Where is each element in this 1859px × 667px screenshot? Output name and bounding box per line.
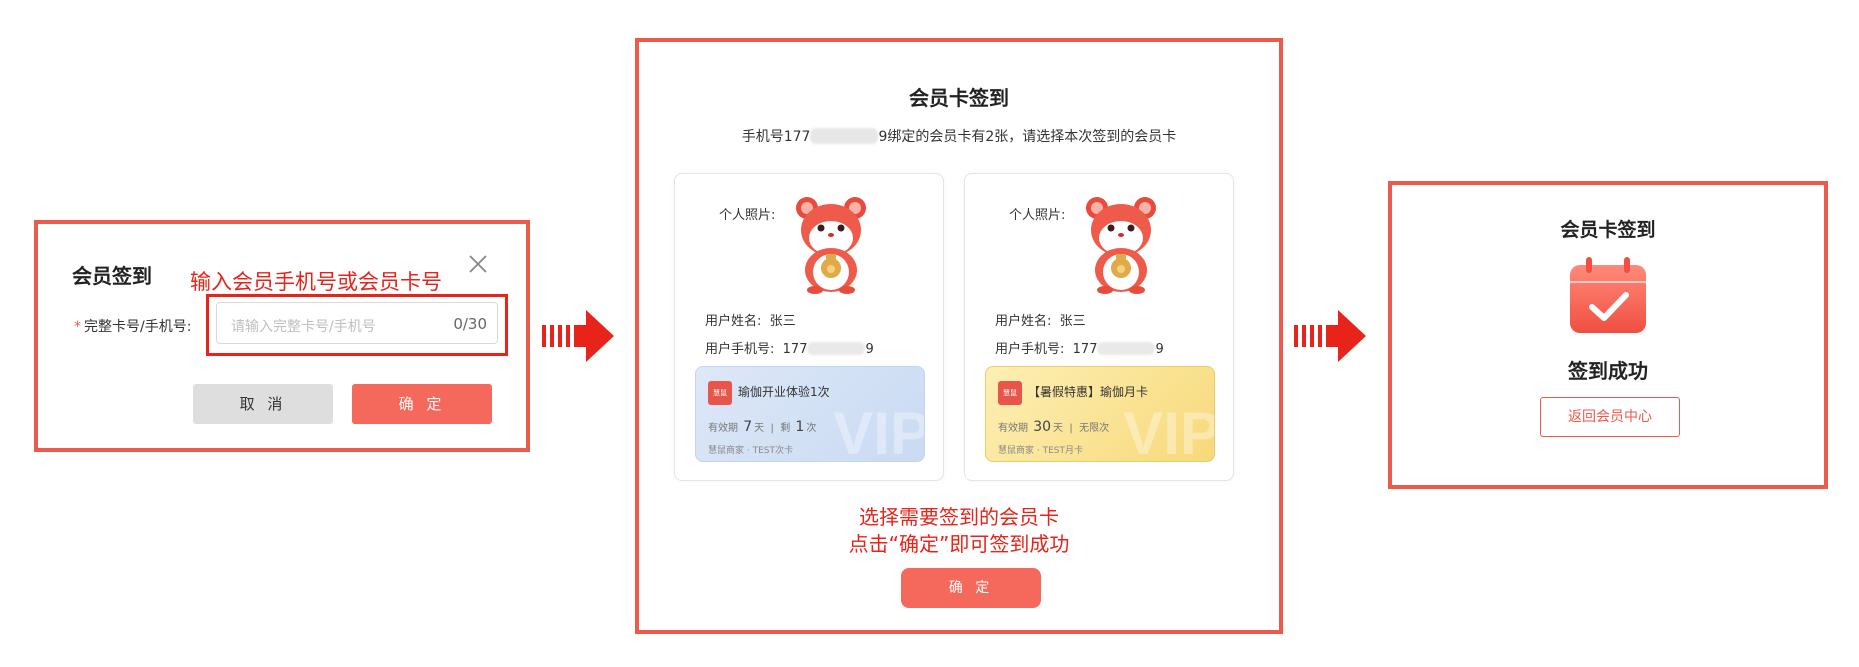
- close-icon[interactable]: [466, 252, 490, 276]
- count-unit: 无限次: [1079, 423, 1110, 434]
- validity-label: 有效期: [998, 423, 1028, 434]
- masked-digits: [1097, 342, 1156, 355]
- annotation-hint: 选择需要签到的会员卡 点击“确定”即可签到成功: [639, 504, 1279, 558]
- calendar-check-icon: [1570, 257, 1646, 333]
- validity-label: 有效期: [708, 423, 738, 434]
- vip-card: VIP 慧鼠 【暑假特惠】瑜伽月卡 有效期 30 天 | 无限次 慧鼠商家 · T…: [985, 366, 1215, 462]
- card-name: 【暑假特惠】瑜伽月卡: [1028, 385, 1149, 399]
- card-selection-panel: 会员卡签到 手机号177 9绑定的会员卡有2张，请选择本次签到的会员卡 个人照片:…: [635, 38, 1283, 634]
- phone-prefix: 177: [782, 342, 808, 357]
- vip-watermark: VIP: [833, 400, 925, 462]
- step-arrow-icon: [1294, 310, 1366, 362]
- user-name: 用户姓名: 张三: [705, 310, 796, 329]
- annotation-hint: 输入会员手机号或会员卡号: [190, 270, 442, 294]
- phone-label: 用户手机号:: [995, 342, 1065, 357]
- phone-suffix: 9: [1155, 342, 1164, 357]
- card-meta: 有效期 30 天 | 无限次: [998, 419, 1110, 435]
- count-unit: 次: [806, 423, 817, 434]
- subtitle-prefix: 手机号177: [741, 129, 811, 145]
- shop-name: 慧鼠商家 · TEST次卡: [708, 446, 793, 456]
- vip-watermark: VIP: [1123, 400, 1215, 462]
- panel-title: 会员卡签到: [909, 86, 1009, 110]
- user-phone: 用户手机号: 177 9: [995, 338, 1164, 357]
- photo-label: 个人照片:: [1009, 208, 1066, 223]
- name-value: 张三: [769, 314, 796, 329]
- phone-suffix: 9: [865, 342, 874, 357]
- dialog-title: 会员签到: [72, 264, 152, 288]
- confirm-button[interactable]: 确 定: [352, 384, 492, 424]
- validity-value: 30: [1033, 419, 1052, 435]
- photo-label: 个人照片:: [719, 208, 776, 223]
- user-phone: 用户手机号: 177 9: [705, 338, 874, 357]
- validity-unit: 天: [754, 423, 765, 434]
- checkin-success-panel: 会员卡签到 签到成功 返回会员中心: [1388, 181, 1828, 489]
- validity-value: 7: [743, 419, 753, 435]
- count-value: 1: [795, 419, 805, 435]
- shop-logo-icon: 慧鼠: [998, 381, 1022, 405]
- user-name: 用户姓名: 张三: [995, 310, 1086, 329]
- shop-name: 慧鼠商家 · TEST月卡: [998, 446, 1083, 456]
- name-label: 用户姓名:: [705, 314, 762, 329]
- field-label-text: 完整卡号/手机号:: [84, 319, 192, 335]
- hamster-avatar-icon: [796, 197, 866, 294]
- panel-title: 会员卡签到: [1560, 219, 1656, 241]
- subtitle-suffix: 9绑定的会员卡有2张，请选择本次签到的会员卡: [878, 129, 1177, 145]
- member-checkin-dialog: 会员签到 输入会员手机号或会员卡号 * 完整卡号/手机号: 请输入完整卡号/手机号…: [34, 220, 530, 452]
- annotation-highlight-box: [206, 294, 508, 356]
- card-or-phone-label: * 完整卡号/手机号:: [74, 316, 191, 336]
- member-card-option[interactable]: 个人照片: 用户姓名: 张三 用户手机号: 177 9 VIP 慧鼠 【暑假特惠】…: [964, 173, 1234, 481]
- phone-prefix: 177: [1072, 342, 1098, 357]
- name-label: 用户姓名:: [995, 314, 1052, 329]
- cancel-button[interactable]: 取 消: [193, 384, 333, 424]
- hint-line-2: 点击“确定”即可签到成功: [848, 532, 1070, 556]
- member-card-option[interactable]: 个人照片: 用户姓名: 张三 用户手机号: 177 9 VIP 慧鼠 瑜伽开业体验…: [674, 173, 944, 481]
- hint-line-1: 选择需要签到的会员卡: [859, 505, 1059, 529]
- confirm-button[interactable]: 确 定: [901, 568, 1041, 608]
- phone-label: 用户手机号:: [705, 342, 775, 357]
- vip-card: VIP 慧鼠 瑜伽开业体验1次 有效期 7天 | 剩 1次 慧鼠商家 · TES…: [695, 366, 925, 462]
- panel-subtitle: 手机号177 9绑定的会员卡有2张，请选择本次签到的会员卡: [639, 126, 1279, 146]
- shop-logo-icon: 慧鼠: [708, 381, 732, 405]
- masked-digits: [810, 128, 879, 144]
- masked-digits: [807, 342, 866, 355]
- required-mark: *: [74, 319, 81, 335]
- name-value: 张三: [1059, 314, 1086, 329]
- hamster-avatar-icon: [1086, 197, 1156, 294]
- validity-unit: 天: [1053, 423, 1064, 434]
- card-name: 瑜伽开业体验1次: [738, 385, 830, 399]
- count-label: 剩: [780, 423, 791, 434]
- success-text: 签到成功: [1568, 359, 1648, 383]
- card-meta: 有效期 7天 | 剩 1次: [708, 419, 817, 435]
- back-to-member-center-button[interactable]: 返回会员中心: [1540, 397, 1680, 437]
- step-arrow-icon: [542, 310, 614, 362]
